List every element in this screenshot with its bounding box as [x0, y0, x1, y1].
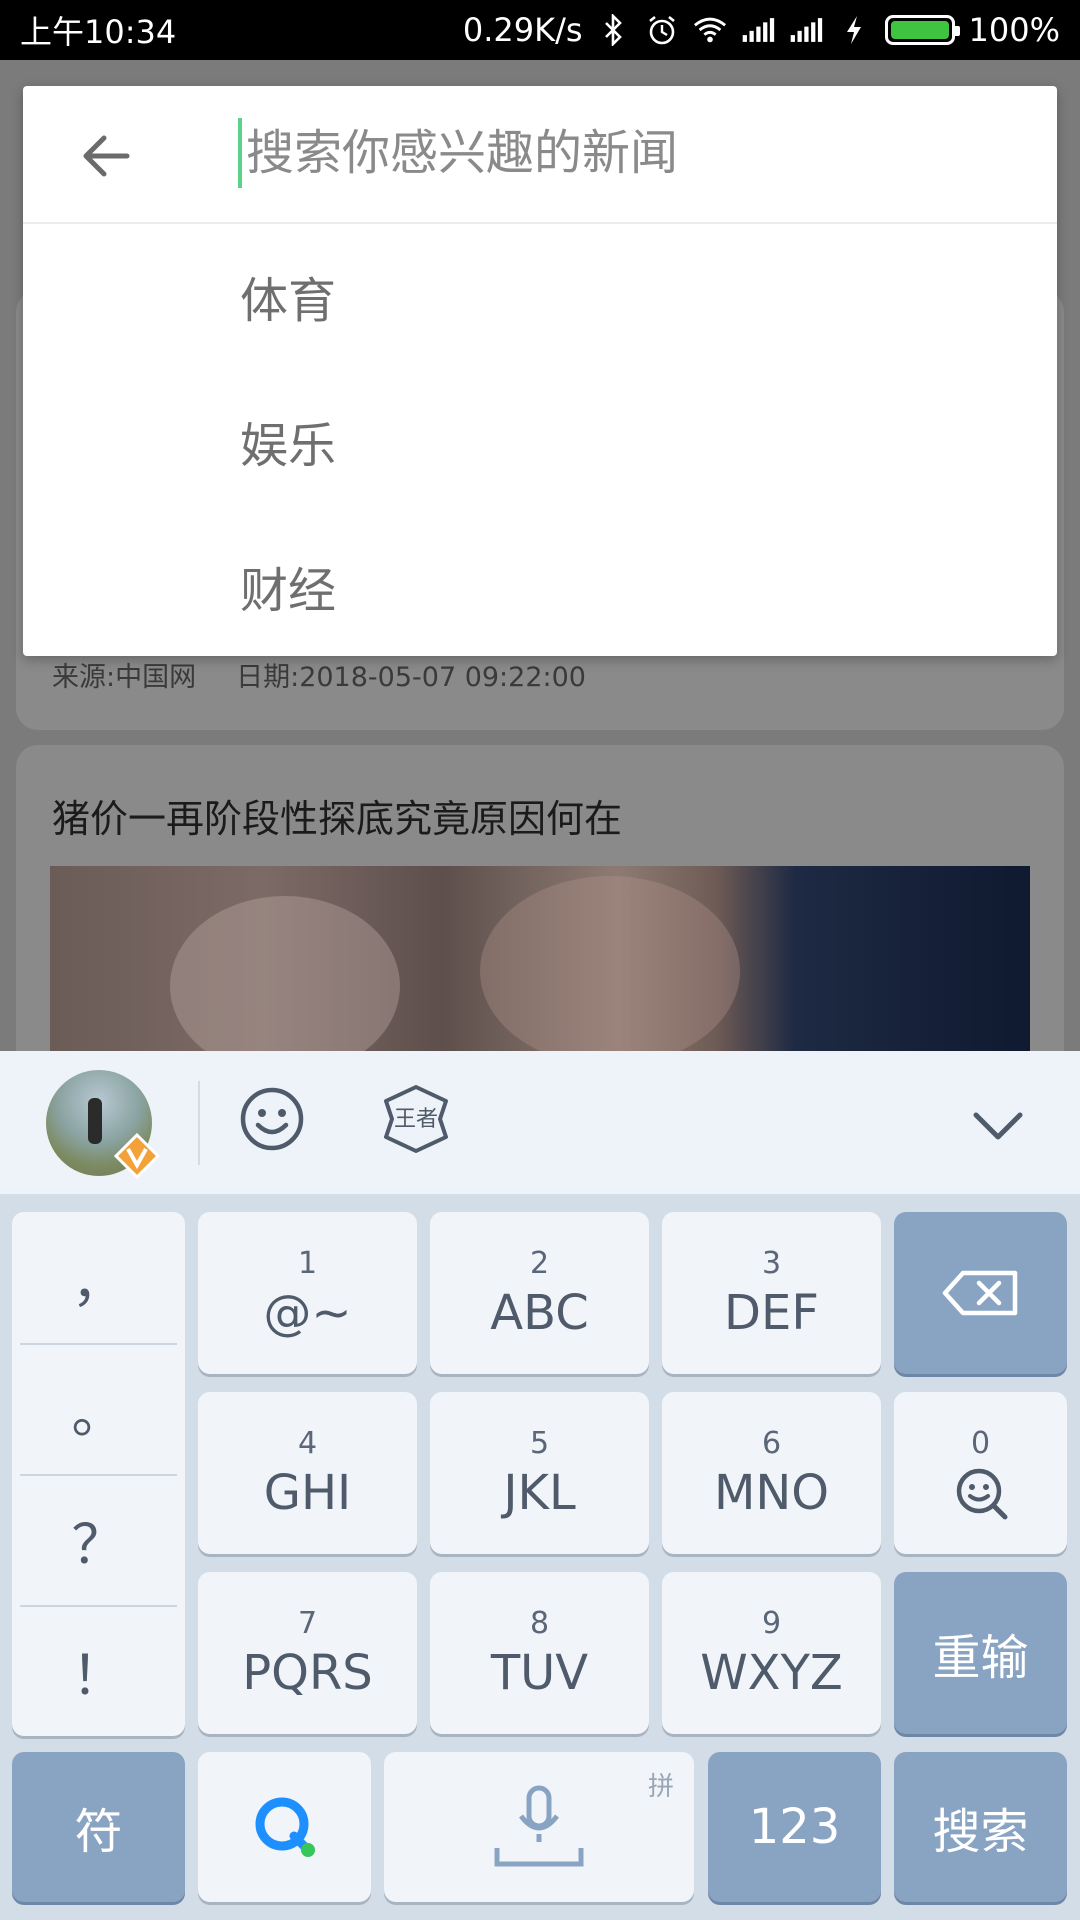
suggestion-label: 财经 [240, 563, 337, 619]
card-meta: 来源:中国网 日期:2018-05-07 09:22:00 [52, 655, 586, 694]
key-7[interactable]: 7 PQRS [198, 1572, 417, 1734]
suggestion-item[interactable]: 财经 [23, 516, 1057, 656]
symbols-key[interactable]: 符 [12, 1752, 185, 1902]
key-number: 9 [761, 1605, 782, 1641]
key-letters: PQRS [242, 1644, 373, 1701]
card-source: 来源:中国网 [52, 662, 197, 693]
search-panel: 体育 娱乐 财经 [23, 86, 1057, 656]
key-label: 符 [74, 1804, 123, 1860]
status-time: 上午10:34 [20, 13, 177, 51]
key-8[interactable]: 8 TUV [430, 1572, 649, 1734]
battery-percent: 100% [968, 11, 1060, 49]
key-label: 123 [748, 1799, 841, 1855]
vip-badge-icon [114, 1133, 160, 1179]
news-card-title: 猪价一再阶段性探底究竟原因何在 [52, 797, 623, 841]
search-key[interactable]: 搜索 [894, 1752, 1067, 1902]
punct-label: 。 [71, 1382, 126, 1445]
suggestion-item[interactable]: 娱乐 [23, 371, 1057, 511]
key-1[interactable]: 1 @~ [198, 1212, 417, 1374]
punct-key[interactable]: ？ [12, 1474, 185, 1605]
key-label: 搜索 [932, 1804, 1029, 1860]
chevron-down-icon[interactable] [968, 1101, 1028, 1151]
key-letters: DEF [724, 1284, 819, 1341]
suggestion-label: 娱乐 [240, 418, 337, 474]
search-input[interactable] [238, 118, 998, 188]
key-5[interactable]: 5 JKL [430, 1392, 649, 1554]
key-0[interactable]: 0 [894, 1392, 1067, 1554]
keyboard: ， 。 ？ ！ 1 @~ 2 ABC 3 DEF 4 GHI 5 JKL 6 M… [0, 1194, 1080, 1920]
reinput-key[interactable]: 重输 [894, 1572, 1067, 1734]
key-letters: JKL [503, 1464, 576, 1521]
status-bar: 上午10:34 0.29K/s 100% [0, 0, 1080, 60]
key-number: 6 [761, 1425, 782, 1461]
keyboard-toolbar: 王者 [0, 1051, 1080, 1194]
signal-icon [741, 13, 775, 47]
punctuation-column: ， 。 ？ ！ [12, 1212, 185, 1736]
pinyin-tag: 拼 [647, 1772, 674, 1802]
smiley-icon[interactable] [238, 1085, 306, 1153]
backspace-key[interactable] [894, 1212, 1067, 1374]
key-4[interactable]: 4 GHI [198, 1392, 417, 1554]
key-9[interactable]: 9 WXYZ [662, 1572, 881, 1734]
punct-key[interactable]: ， [12, 1212, 185, 1343]
microphone-icon [494, 1785, 584, 1867]
bluetooth-icon [597, 13, 631, 47]
card-date: 日期:2018-05-07 09:22:00 [236, 662, 586, 693]
wifi-icon [693, 13, 727, 47]
qq-logo-icon [255, 1797, 315, 1857]
key-label: 重输 [932, 1630, 1029, 1686]
signal-icon-2 [789, 13, 823, 47]
key-number: 7 [297, 1605, 318, 1641]
key-letters: ABC [490, 1284, 589, 1341]
punct-key[interactable]: ！ [12, 1605, 185, 1736]
back-button[interactable] [77, 126, 137, 186]
key-number: 2 [529, 1245, 550, 1281]
net-speed: 0.29K/s [462, 11, 583, 49]
search-row [23, 86, 1057, 224]
key-number: 4 [297, 1425, 318, 1461]
toolbar-divider [198, 1081, 200, 1165]
punct-label: ！ [71, 1644, 126, 1707]
key-number: 1 [297, 1245, 318, 1281]
key-2[interactable]: 2 ABC [430, 1212, 649, 1374]
key-number: 8 [529, 1605, 550, 1641]
alarm-icon [645, 13, 679, 47]
key-3[interactable]: 3 DEF [662, 1212, 881, 1374]
key-letters: @~ [263, 1284, 352, 1341]
arrow-left-icon [83, 135, 130, 177]
emoji-search-icon [956, 1468, 1007, 1519]
backspace-icon [942, 1270, 1017, 1316]
punct-key[interactable]: 。 [12, 1343, 185, 1474]
qq-key[interactable] [198, 1752, 371, 1902]
space-key[interactable]: 拼 [384, 1752, 694, 1902]
key-number: 3 [761, 1245, 782, 1281]
battery-icon [884, 15, 960, 45]
news-card-image [50, 866, 1030, 1066]
key-letters: WXYZ [700, 1644, 843, 1701]
key-number: 5 [529, 1425, 550, 1461]
key-6[interactable]: 6 MNO [662, 1392, 881, 1554]
game-icon[interactable]: 王者 [378, 1081, 454, 1157]
numbers-key[interactable]: 123 [708, 1752, 881, 1902]
key-letters: MNO [713, 1464, 830, 1521]
key-letters: TUV [490, 1644, 589, 1701]
key-number: 0 [970, 1425, 991, 1461]
suggestion-item[interactable]: 体育 [23, 226, 1057, 366]
punct-label: ？ [71, 1513, 126, 1576]
game-label: 王者 [394, 1107, 438, 1132]
suggestion-label: 体育 [240, 273, 337, 329]
punct-label: ， [71, 1251, 126, 1314]
key-letters: GHI [263, 1464, 352, 1521]
charging-icon [837, 13, 871, 47]
